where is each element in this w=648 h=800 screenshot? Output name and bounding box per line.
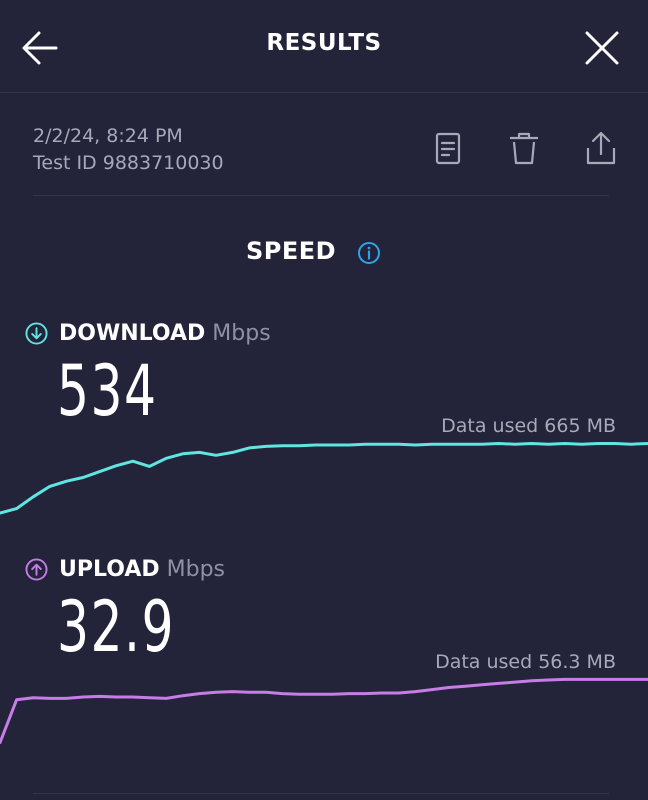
upload-data-used: Data used 56.3 MB <box>435 651 616 673</box>
download-header: DOWNLOAD Mbps <box>25 319 271 347</box>
download-unit: Mbps <box>212 320 271 346</box>
top-bar: RESULTS <box>0 0 648 92</box>
download-label: DOWNLOAD <box>59 320 206 346</box>
upload-value: 32.9 <box>57 586 175 668</box>
page-title: RESULTS <box>266 30 382 56</box>
upload-label: UPLOAD <box>59 556 160 582</box>
header-divider <box>0 92 648 93</box>
download-graph <box>0 442 648 515</box>
test-id: Test ID 9883710030 <box>33 152 224 174</box>
bottom-divider <box>33 793 609 794</box>
info-icon[interactable] <box>357 241 381 265</box>
download-value: 534 <box>57 350 158 432</box>
speed-title: SPEED <box>246 237 337 265</box>
share-icon[interactable] <box>583 131 619 167</box>
download-trace-line <box>0 442 648 515</box>
download-data-used: Data used 665 MB <box>441 415 616 437</box>
upload-arrow-icon <box>25 557 48 581</box>
upload-unit: Mbps <box>166 556 225 582</box>
trash-icon[interactable] <box>506 131 542 167</box>
upload-header: UPLOAD Mbps <box>25 555 225 583</box>
document-icon[interactable] <box>430 131 466 167</box>
test-datetime: 2/2/24, 8:24 PM <box>33 125 183 147</box>
meta-divider <box>33 195 609 196</box>
download-arrow-icon <box>25 321 48 345</box>
test-meta: 2/2/24, 8:24 PM Test ID 9883710030 <box>33 123 224 177</box>
close-icon[interactable] <box>582 28 622 68</box>
upload-graph <box>0 677 648 745</box>
upload-trace-line <box>0 677 648 745</box>
